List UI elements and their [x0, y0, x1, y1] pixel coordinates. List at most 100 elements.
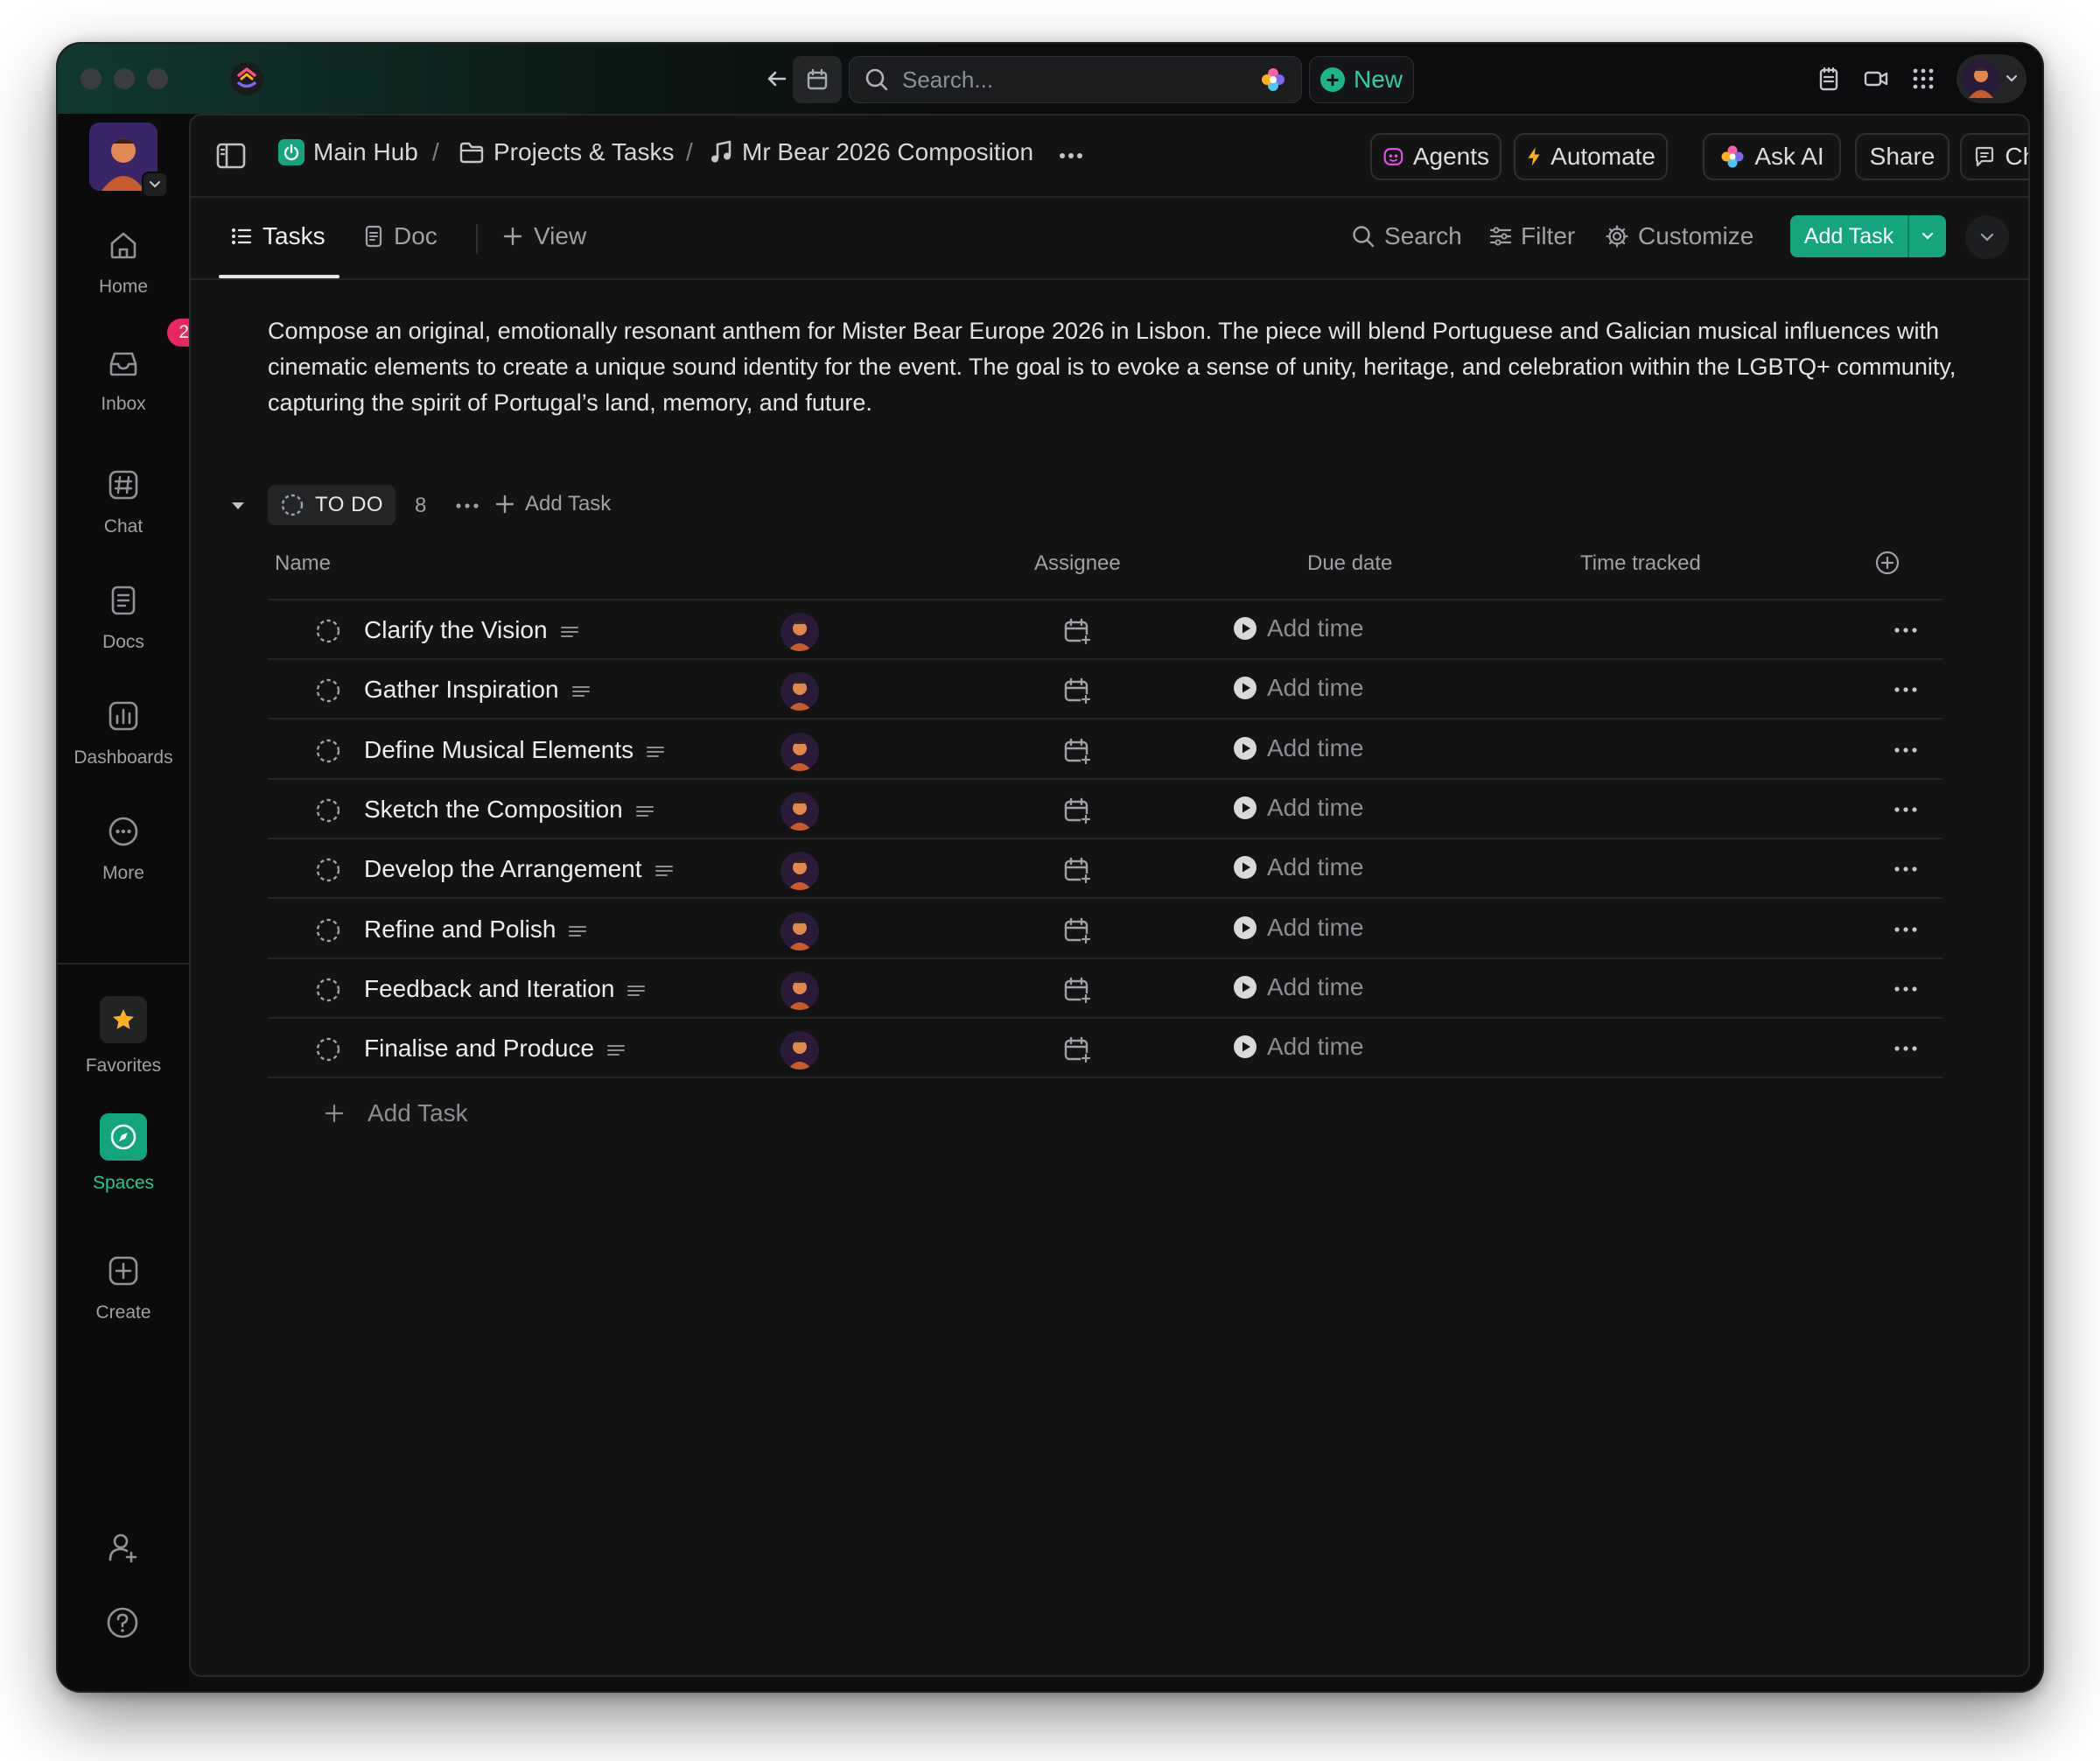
status-circle-icon[interactable] [315, 977, 341, 1003]
status-circle-icon[interactable] [315, 618, 341, 644]
calendar-add-icon[interactable] [1062, 916, 1092, 945]
table-row[interactable]: Define Musical Elements Add time [268, 720, 1942, 780]
row-options-icon[interactable] [1888, 912, 1923, 947]
list-options-icon[interactable] [1054, 140, 1088, 172]
sidebar-item-home[interactable]: Home [58, 226, 189, 298]
table-row[interactable]: Feedback and Iteration Add time [268, 959, 1942, 1019]
sidebar-item-more[interactable]: More [58, 812, 189, 884]
table-row[interactable]: Sketch the Composition Add time [268, 780, 1942, 839]
row-options-icon[interactable] [1888, 792, 1923, 827]
avatar[interactable] [780, 852, 819, 890]
ai-flower-icon[interactable] [1259, 66, 1287, 94]
add-time-button[interactable]: Add time [1232, 734, 1364, 762]
task-name[interactable]: Gather Inspiration [364, 676, 591, 704]
add-time-button[interactable]: Add time [1232, 1033, 1364, 1061]
status-circle-icon[interactable] [315, 677, 341, 704]
search-tasks-button[interactable]: Search [1351, 222, 1462, 250]
status-circle-icon[interactable] [315, 797, 341, 824]
task-name[interactable]: Refine and Polish [364, 916, 587, 944]
column-header-name[interactable]: Name [275, 551, 331, 576]
calendar-add-icon[interactable] [1062, 736, 1092, 766]
avatar[interactable] [780, 792, 819, 831]
zoom-window-button[interactable] [147, 68, 168, 89]
help-icon[interactable] [103, 1603, 142, 1642]
status-pill-todo[interactable]: TO DO [268, 485, 396, 525]
task-name[interactable]: Finalise and Produce [364, 1035, 626, 1063]
tab-tasks[interactable]: Tasks [231, 222, 326, 250]
add-time-button[interactable]: Add time [1232, 674, 1364, 702]
row-options-icon[interactable] [1888, 733, 1923, 768]
avatar[interactable] [780, 672, 819, 711]
add-time-button[interactable]: Add time [1232, 853, 1364, 881]
add-view-button[interactable]: View [502, 222, 586, 250]
group-add-task-button[interactable]: Add Task [495, 492, 611, 516]
collapse-group-icon[interactable] [229, 497, 247, 515]
chat-button[interactable]: Chat [1960, 133, 2028, 180]
ask-ai-button[interactable]: Ask AI [1703, 133, 1841, 180]
add-time-button[interactable]: Add time [1232, 794, 1364, 822]
collapse-header-button[interactable] [1965, 215, 2009, 259]
row-options-icon[interactable] [1888, 1031, 1923, 1066]
share-button[interactable]: Share [1855, 133, 1950, 180]
row-options-icon[interactable] [1888, 972, 1923, 1007]
status-circle-icon[interactable] [315, 857, 341, 883]
automate-button[interactable]: Automate [1514, 133, 1668, 180]
table-row[interactable]: Refine and Polish Add time [268, 900, 1942, 959]
status-circle-icon[interactable] [315, 917, 341, 944]
sidebar-item-spaces[interactable]: Spaces [58, 1113, 189, 1194]
back-arrow-icon[interactable] [758, 60, 796, 98]
column-header-due-date[interactable]: Due date [1307, 551, 1392, 576]
avatar[interactable] [780, 1031, 819, 1070]
invite-user-icon[interactable] [103, 1528, 142, 1567]
task-name[interactable]: Feedback and Iteration [364, 975, 646, 1003]
tab-doc[interactable]: Doc [364, 222, 438, 250]
clickup-logo-icon[interactable] [229, 61, 264, 96]
breadcrumb-list[interactable]: Mr Bear 2026 Composition [709, 138, 1033, 166]
avatar[interactable] [780, 912, 819, 951]
calendar-toggle-button[interactable] [793, 56, 842, 103]
group-options-icon[interactable] [453, 494, 481, 518]
avatar[interactable] [780, 972, 819, 1010]
sidebar-item-inbox[interactable]: 24 Inbox [58, 319, 211, 415]
column-header-assignee[interactable]: Assignee [1034, 551, 1121, 576]
agents-button[interactable]: Agents [1370, 133, 1502, 180]
task-name[interactable]: Clarify the Vision [364, 616, 579, 644]
status-circle-icon[interactable] [315, 738, 341, 764]
table-row[interactable]: Finalise and Produce Add time [268, 1019, 1942, 1078]
sidebar-item-chat[interactable]: Chat [58, 466, 189, 537]
calendar-add-icon[interactable] [1062, 616, 1092, 646]
filter-button[interactable]: Filter [1489, 222, 1575, 250]
profile-menu-button[interactable] [1956, 54, 2026, 103]
sidebar-item-create[interactable]: Create [58, 1252, 189, 1323]
list-description[interactable]: Compose an original, emotionally resonan… [268, 313, 1956, 421]
chevron-down-icon[interactable] [1908, 215, 1946, 257]
table-row[interactable]: Gather Inspiration Add time [268, 660, 1942, 719]
notepad-icon[interactable] [1810, 60, 1848, 98]
add-time-button[interactable]: Add time [1232, 914, 1364, 942]
breadcrumb-folder[interactable]: Projects & Tasks [458, 138, 674, 166]
video-record-icon[interactable] [1857, 60, 1895, 98]
calendar-add-icon[interactable] [1062, 676, 1092, 705]
global-search-input[interactable]: Search... [849, 56, 1302, 103]
customize-button[interactable]: Customize [1605, 222, 1754, 250]
apps-grid-icon[interactable] [1904, 60, 1942, 98]
task-name[interactable]: Define Musical Elements [364, 736, 665, 764]
table-row[interactable]: Develop the Arrangement Add time [268, 839, 1942, 899]
sidebar-toggle-icon[interactable] [215, 140, 247, 172]
workspace-switcher-chevron-icon[interactable] [142, 172, 168, 198]
table-row[interactable]: Clarify the Vision Add time [268, 600, 1942, 660]
calendar-add-icon[interactable] [1062, 796, 1092, 825]
sidebar-item-docs[interactable]: Docs [58, 581, 189, 653]
new-button[interactable]: + New [1309, 56, 1414, 103]
task-name[interactable]: Sketch the Composition [364, 796, 654, 824]
breadcrumb-hub[interactable]: Main Hub [278, 138, 418, 166]
avatar[interactable] [780, 733, 819, 771]
calendar-add-icon[interactable] [1062, 975, 1092, 1005]
add-time-button[interactable]: Add time [1232, 614, 1364, 642]
column-header-time-tracked[interactable]: Time tracked [1580, 551, 1701, 576]
status-circle-icon[interactable] [315, 1036, 341, 1063]
add-task-row[interactable]: Add Task [324, 1099, 468, 1127]
avatar[interactable] [780, 613, 819, 651]
row-options-icon[interactable] [1888, 672, 1923, 707]
close-window-button[interactable] [80, 68, 102, 89]
